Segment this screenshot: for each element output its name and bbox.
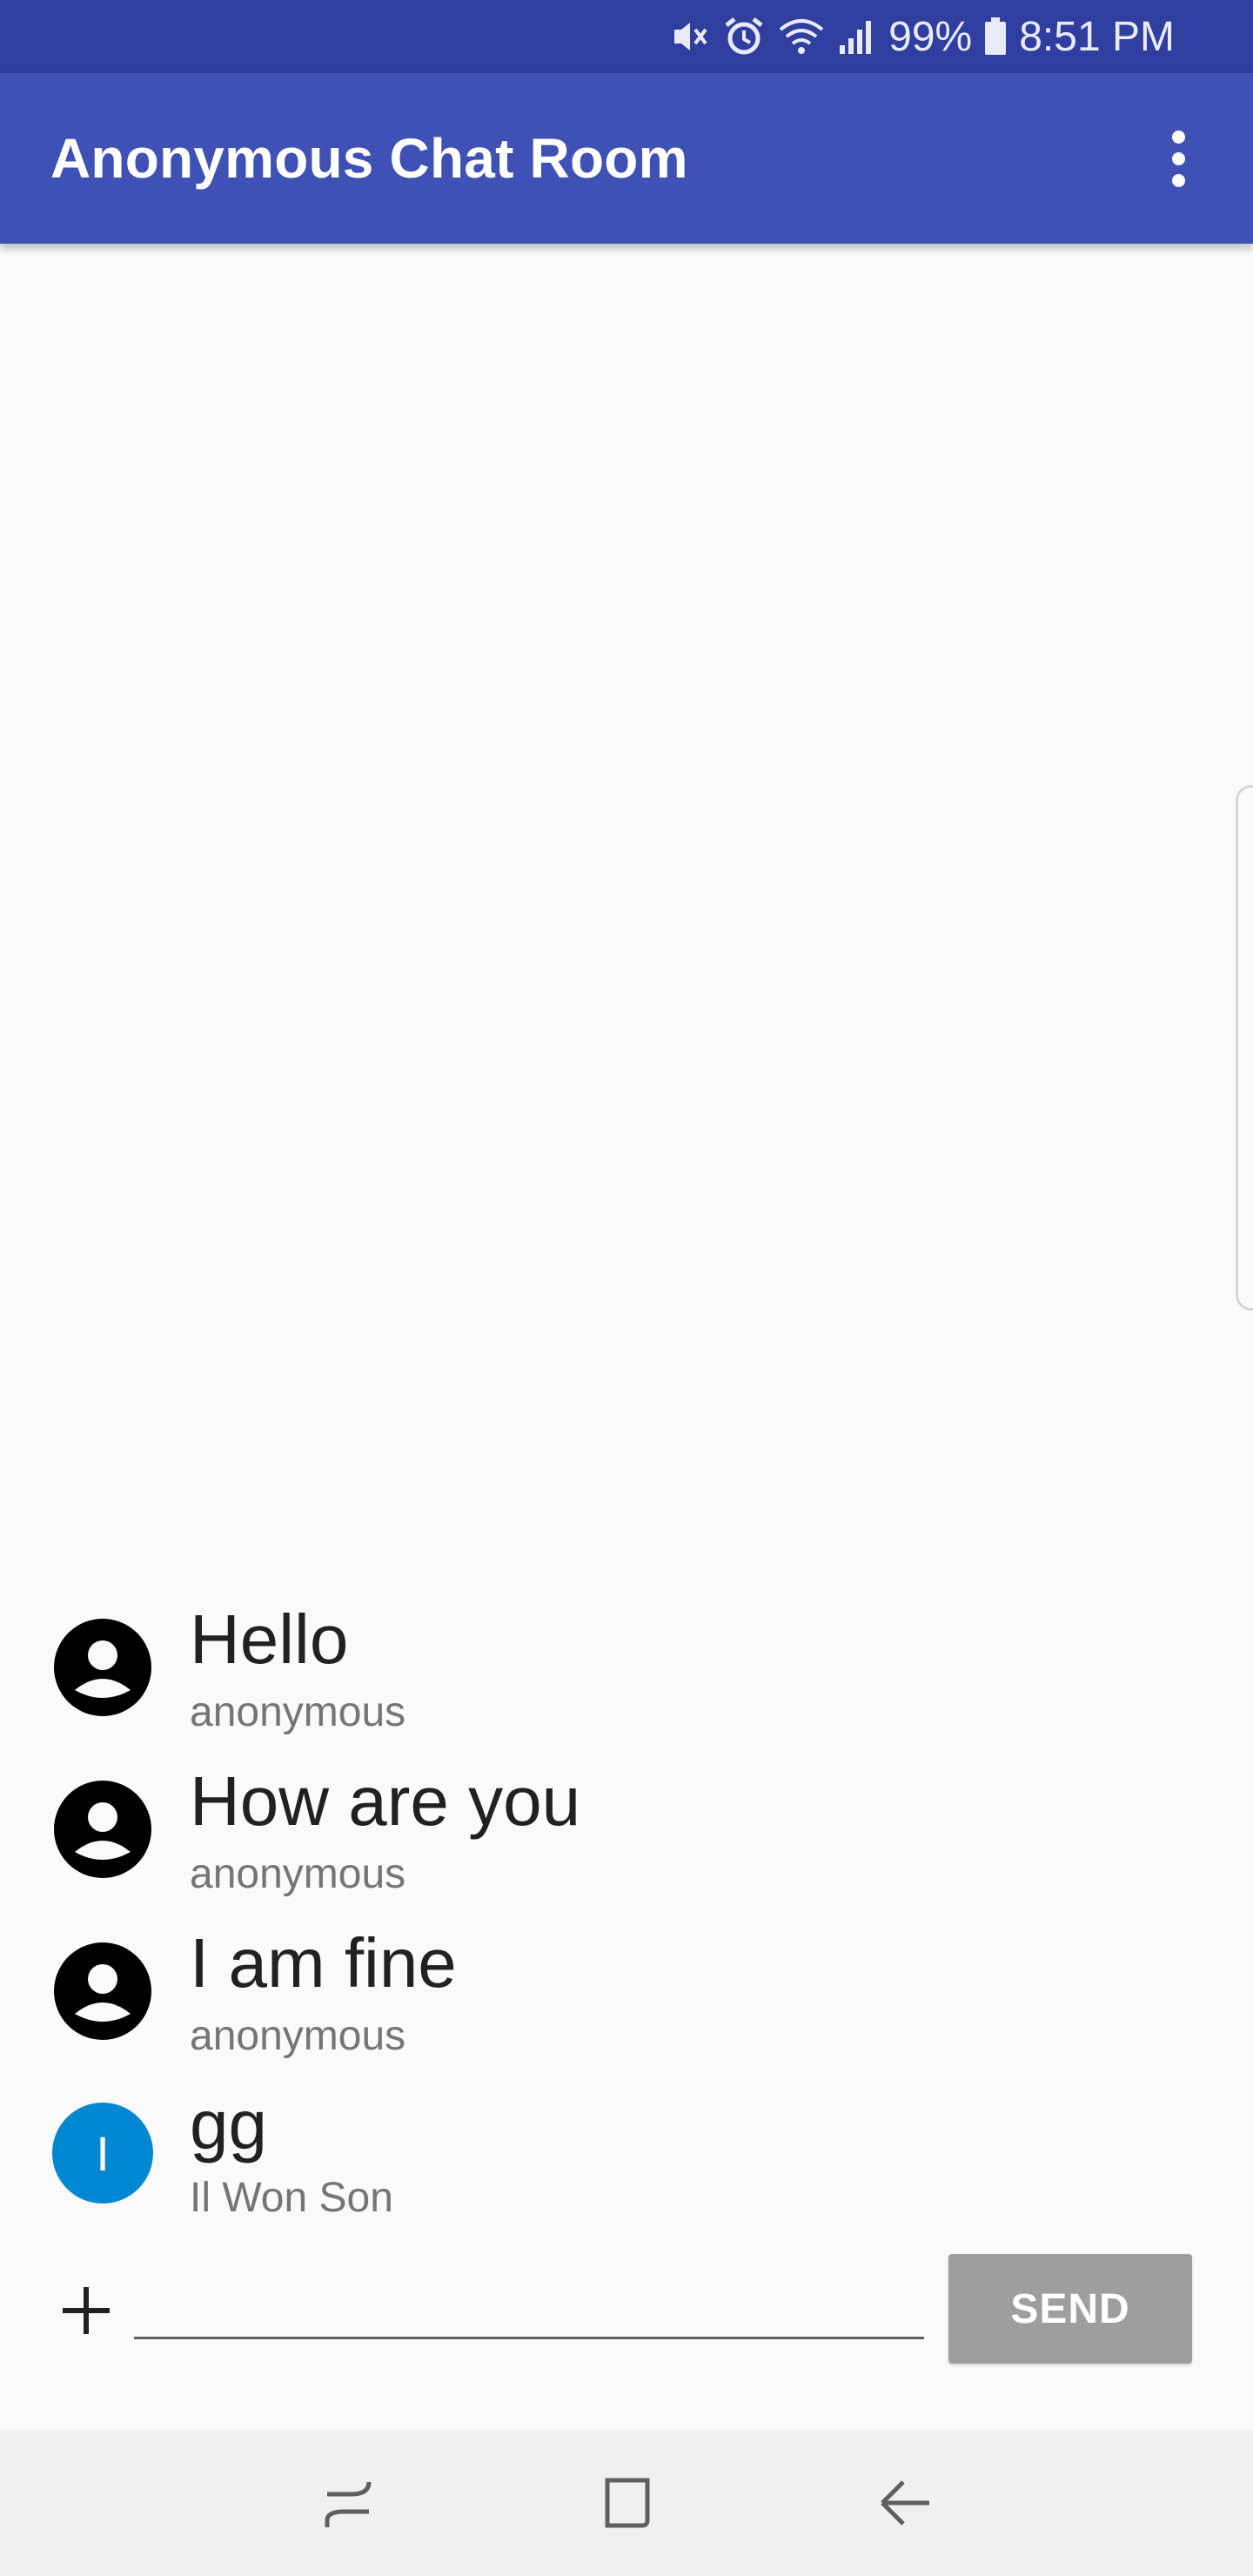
alarm-icon	[723, 15, 765, 58]
edge-panel-handle[interactable]	[1236, 785, 1253, 1311]
screen: 99% 8:51 PM Anonymous Chat Room Hello an…	[0, 0, 1253, 2576]
message-author: Il Won Son	[190, 2175, 393, 2221]
message-text: gg	[190, 2086, 267, 2163]
home-icon[interactable]	[583, 2459, 670, 2546]
account-circle-icon	[52, 1941, 153, 2042]
wifi-icon	[777, 15, 826, 58]
overflow-menu-icon[interactable]	[1152, 115, 1204, 202]
message-composer: SEND	[0, 2245, 1253, 2367]
navigation-bar	[0, 2430, 1253, 2576]
message-author: anonymous	[190, 2013, 406, 2059]
add-attachment-button[interactable]	[56, 2280, 117, 2341]
battery-percent: 99%	[888, 13, 973, 60]
message-text: How are you	[190, 1762, 581, 1840]
signal-icon	[838, 15, 876, 58]
message-input[interactable]	[134, 2256, 924, 2339]
message-text: I am fine	[190, 1924, 457, 2002]
battery-icon	[984, 15, 1007, 58]
recent-apps-icon[interactable]	[305, 2459, 392, 2546]
app-bar: Anonymous Chat Room	[0, 73, 1253, 244]
message-author: anonymous	[190, 1689, 406, 1735]
app-title: Anonymous Chat Room	[50, 127, 688, 190]
message-author: anonymous	[190, 1851, 406, 1897]
message-item: I gg Il Won Son	[0, 2070, 1253, 2231]
vibrate-mute-icon	[667, 15, 711, 58]
message-item: Hello anonymous	[0, 1584, 1253, 1746]
account-circle-icon	[52, 1779, 153, 1880]
message-text: Hello	[190, 1600, 349, 1678]
account-circle-icon	[52, 1617, 153, 1718]
message-item: I am fine anonymous	[0, 1908, 1253, 2070]
message-item: How are you anonymous	[0, 1746, 1253, 1908]
back-icon[interactable]	[861, 2459, 948, 2546]
user-avatar: I	[52, 2103, 153, 2204]
send-button[interactable]: SEND	[948, 2254, 1192, 2364]
status-bar: 99% 8:51 PM	[0, 0, 1253, 73]
clock: 8:51 PM	[1019, 13, 1175, 60]
